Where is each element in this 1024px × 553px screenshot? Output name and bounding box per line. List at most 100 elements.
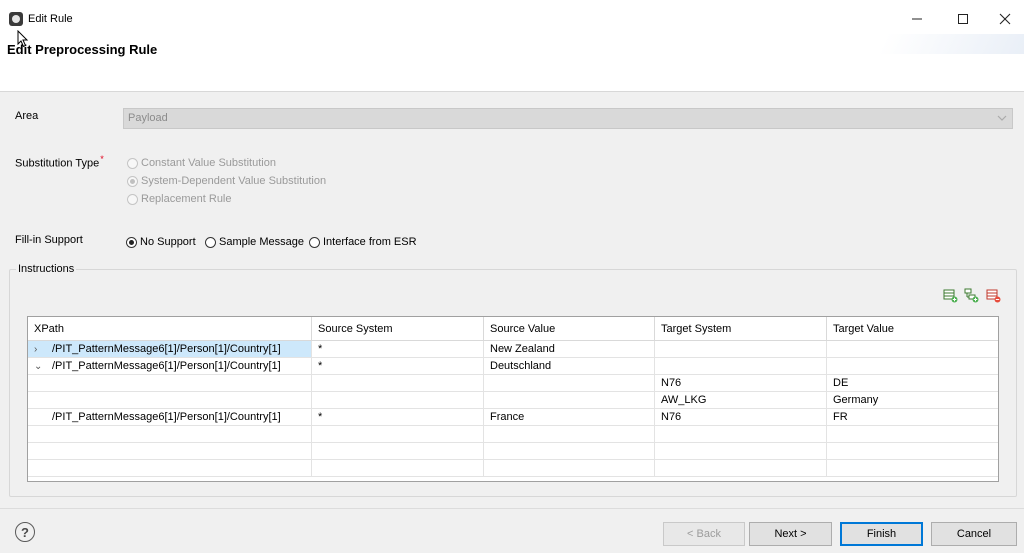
- cell-source-value[interactable]: New Zealand: [484, 341, 655, 357]
- cell-source-system[interactable]: [312, 392, 484, 408]
- cell-source-system[interactable]: *: [312, 358, 484, 374]
- table-row[interactable]: [28, 443, 998, 460]
- cell-text: DE: [833, 377, 849, 389]
- header-decoration: [877, 34, 1024, 54]
- radio-interface-from-esr[interactable]: Interface from ESR: [309, 236, 417, 248]
- table-row[interactable]: N76 DE: [28, 375, 998, 392]
- radio-button: [127, 175, 138, 187]
- cell-target-system[interactable]: N76: [655, 409, 827, 425]
- maximize-icon[interactable]: [952, 9, 974, 29]
- column-header-source-value[interactable]: Source Value: [484, 317, 655, 341]
- cell-target-value[interactable]: DE: [827, 375, 998, 391]
- column-header-target-value[interactable]: Target Value: [827, 317, 998, 341]
- collapse-icon[interactable]: ⌄: [34, 361, 46, 372]
- radio-button: [127, 157, 138, 169]
- table-row[interactable]: AW_LKG Germany: [28, 392, 998, 409]
- cell-target-system[interactable]: [655, 341, 827, 357]
- column-header-xpath[interactable]: XPath: [28, 317, 312, 341]
- cell-source-value[interactable]: Deutschland: [484, 358, 655, 374]
- table-row[interactable]: /PIT_PatternMessage6[1]/Person[1]/Countr…: [28, 409, 998, 426]
- radio-button[interactable]: [205, 236, 216, 248]
- substitution-type-label: Substitution Type*: [15, 154, 104, 170]
- cell-target-system[interactable]: AW_LKG: [655, 392, 827, 408]
- cell-xpath[interactable]: [28, 460, 312, 476]
- cell-target-system[interactable]: [655, 358, 827, 374]
- dialog-header: Edit Preprocessing Rule: [0, 34, 1024, 92]
- cell-xpath[interactable]: [28, 443, 312, 459]
- cell-target-value[interactable]: [827, 460, 998, 476]
- add-child-row-icon[interactable]: [964, 288, 979, 303]
- cell-xpath[interactable]: [28, 375, 312, 391]
- cell-xpath[interactable]: [28, 426, 312, 442]
- column-header-source-system[interactable]: Source System: [312, 317, 484, 341]
- cell-target-value[interactable]: Germany: [827, 392, 998, 408]
- cell-xpath[interactable]: › /PIT_PatternMessage6[1]/Person[1]/Count…: [28, 341, 312, 357]
- cell-xpath[interactable]: /PIT_PatternMessage6[1]/Person[1]/Countr…: [28, 409, 312, 425]
- column-header-target-system[interactable]: Target System: [655, 317, 827, 341]
- help-icon[interactable]: ?: [15, 522, 35, 542]
- cell-text: *: [318, 360, 323, 372]
- cancel-button[interactable]: Cancel: [931, 522, 1017, 546]
- cell-source-system[interactable]: [312, 426, 484, 442]
- cell-source-value[interactable]: [484, 443, 655, 459]
- radio-label: Constant Value Substitution: [141, 157, 276, 169]
- area-label: Area: [15, 110, 39, 122]
- table-row[interactable]: ⌄ /PIT_PatternMessage6[1]/Person[1]/Count…: [28, 358, 998, 375]
- cell-text: AW_LKG: [661, 394, 707, 406]
- cell-target-system[interactable]: [655, 443, 827, 459]
- cell-source-system[interactable]: [312, 375, 484, 391]
- app-icon: [9, 12, 23, 26]
- cell-target-system[interactable]: [655, 460, 827, 476]
- radio-label: Replacement Rule: [141, 193, 232, 205]
- expand-icon[interactable]: ›: [34, 344, 46, 355]
- cell-text: Deutschland: [490, 360, 552, 372]
- cell-source-system[interactable]: [312, 460, 484, 476]
- add-row-icon[interactable]: [943, 288, 958, 303]
- fill-in-support-label: Fill-in Support: [15, 234, 83, 246]
- cell-target-value[interactable]: [827, 443, 998, 459]
- required-marker: *: [100, 154, 104, 164]
- next-button[interactable]: Next >: [749, 522, 832, 546]
- cell-target-value[interactable]: [827, 358, 998, 374]
- cell-source-system[interactable]: *: [312, 341, 484, 357]
- cell-text: Germany: [833, 394, 879, 406]
- table-header: XPath Source System Source Value Target …: [28, 317, 998, 341]
- cell-text: New Zealand: [490, 343, 555, 355]
- cell-source-value[interactable]: [484, 426, 655, 442]
- radio-label: System-Dependent Value Substitution: [141, 175, 327, 187]
- cell-text: FR: [833, 411, 848, 423]
- cell-target-value[interactable]: FR: [827, 409, 998, 425]
- cell-source-system[interactable]: [312, 443, 484, 459]
- area-select-value: Payload: [128, 112, 168, 124]
- cell-text: /PIT_PatternMessage6[1]/Person[1]/Countr…: [52, 360, 281, 372]
- cell-source-value[interactable]: [484, 392, 655, 408]
- cell-target-system[interactable]: [655, 426, 827, 442]
- radio-button[interactable]: [309, 236, 320, 248]
- table-row[interactable]: [28, 460, 998, 477]
- radio-constant-value: Constant Value Substitution: [127, 157, 276, 169]
- area-select: Payload: [123, 108, 1013, 129]
- back-button[interactable]: < Back: [663, 522, 745, 546]
- cell-source-value[interactable]: [484, 375, 655, 391]
- minimize-icon[interactable]: [906, 9, 928, 29]
- cell-xpath[interactable]: [28, 392, 312, 408]
- cell-target-value[interactable]: [827, 341, 998, 357]
- cell-source-value[interactable]: [484, 460, 655, 476]
- delete-row-icon[interactable]: [986, 288, 1001, 303]
- cell-source-system[interactable]: *: [312, 409, 484, 425]
- radio-label: Interface from ESR: [323, 236, 417, 248]
- cell-source-value[interactable]: France: [484, 409, 655, 425]
- cell-target-system[interactable]: N76: [655, 375, 827, 391]
- cell-target-value[interactable]: [827, 426, 998, 442]
- cell-xpath[interactable]: ⌄ /PIT_PatternMessage6[1]/Person[1]/Count…: [28, 358, 312, 374]
- radio-no-support[interactable]: No Support: [126, 236, 196, 248]
- radio-sample-message[interactable]: Sample Message: [205, 236, 304, 248]
- table-row[interactable]: › /PIT_PatternMessage6[1]/Person[1]/Count…: [28, 341, 998, 358]
- instructions-table[interactable]: XPath Source System Source Value Target …: [27, 316, 999, 482]
- finish-button[interactable]: Finish: [840, 522, 923, 546]
- table-row[interactable]: [28, 426, 998, 443]
- radio-button[interactable]: [126, 236, 137, 248]
- table-body: › /PIT_PatternMessage6[1]/Person[1]/Count…: [28, 341, 998, 477]
- cell-text: /PIT_PatternMessage6[1]/Person[1]/Countr…: [52, 343, 281, 355]
- close-icon[interactable]: [994, 9, 1016, 29]
